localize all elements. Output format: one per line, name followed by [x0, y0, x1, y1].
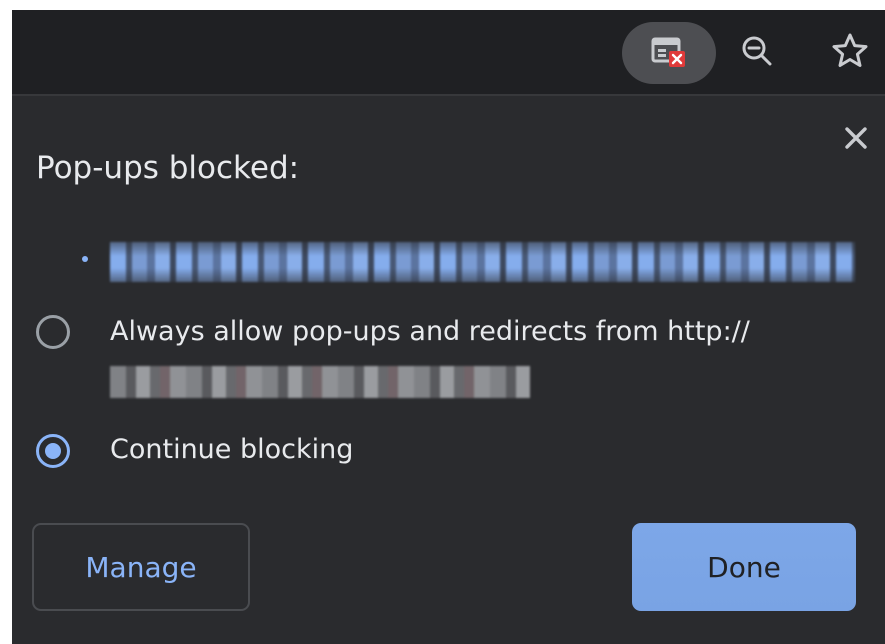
- browser-window: Pop-ups blocked: Always allow pop-ups an…: [12, 10, 885, 644]
- always-allow-domain: [110, 366, 530, 398]
- zoom-out-icon: [742, 36, 772, 66]
- toolbar-divider: [12, 94, 885, 96]
- list-bullet-icon: [82, 256, 88, 262]
- close-icon: [845, 127, 867, 149]
- close-button[interactable]: [838, 120, 874, 156]
- radio-continue-blocking[interactable]: [36, 434, 70, 468]
- popup-blocked-icon: [651, 37, 685, 67]
- bookmark-button[interactable]: [824, 28, 876, 74]
- zoom-out-button[interactable]: [734, 28, 780, 74]
- option-continue-blocking-label[interactable]: Continue blocking: [110, 434, 353, 465]
- done-button[interactable]: Done: [632, 523, 856, 611]
- browser-toolbar: [12, 10, 885, 94]
- blocked-popup-link[interactable]: [110, 242, 855, 282]
- bubble-title: Pop-ups blocked:: [36, 150, 300, 186]
- radio-selected-dot: [45, 443, 61, 459]
- bookmark-star-icon: [832, 33, 868, 67]
- popup-blocked-button[interactable]: [622, 22, 716, 84]
- option-always-allow-label[interactable]: Always allow pop-ups and redirects from …: [110, 316, 750, 347]
- radio-always-allow[interactable]: [36, 315, 70, 349]
- manage-button[interactable]: Manage: [32, 523, 250, 611]
